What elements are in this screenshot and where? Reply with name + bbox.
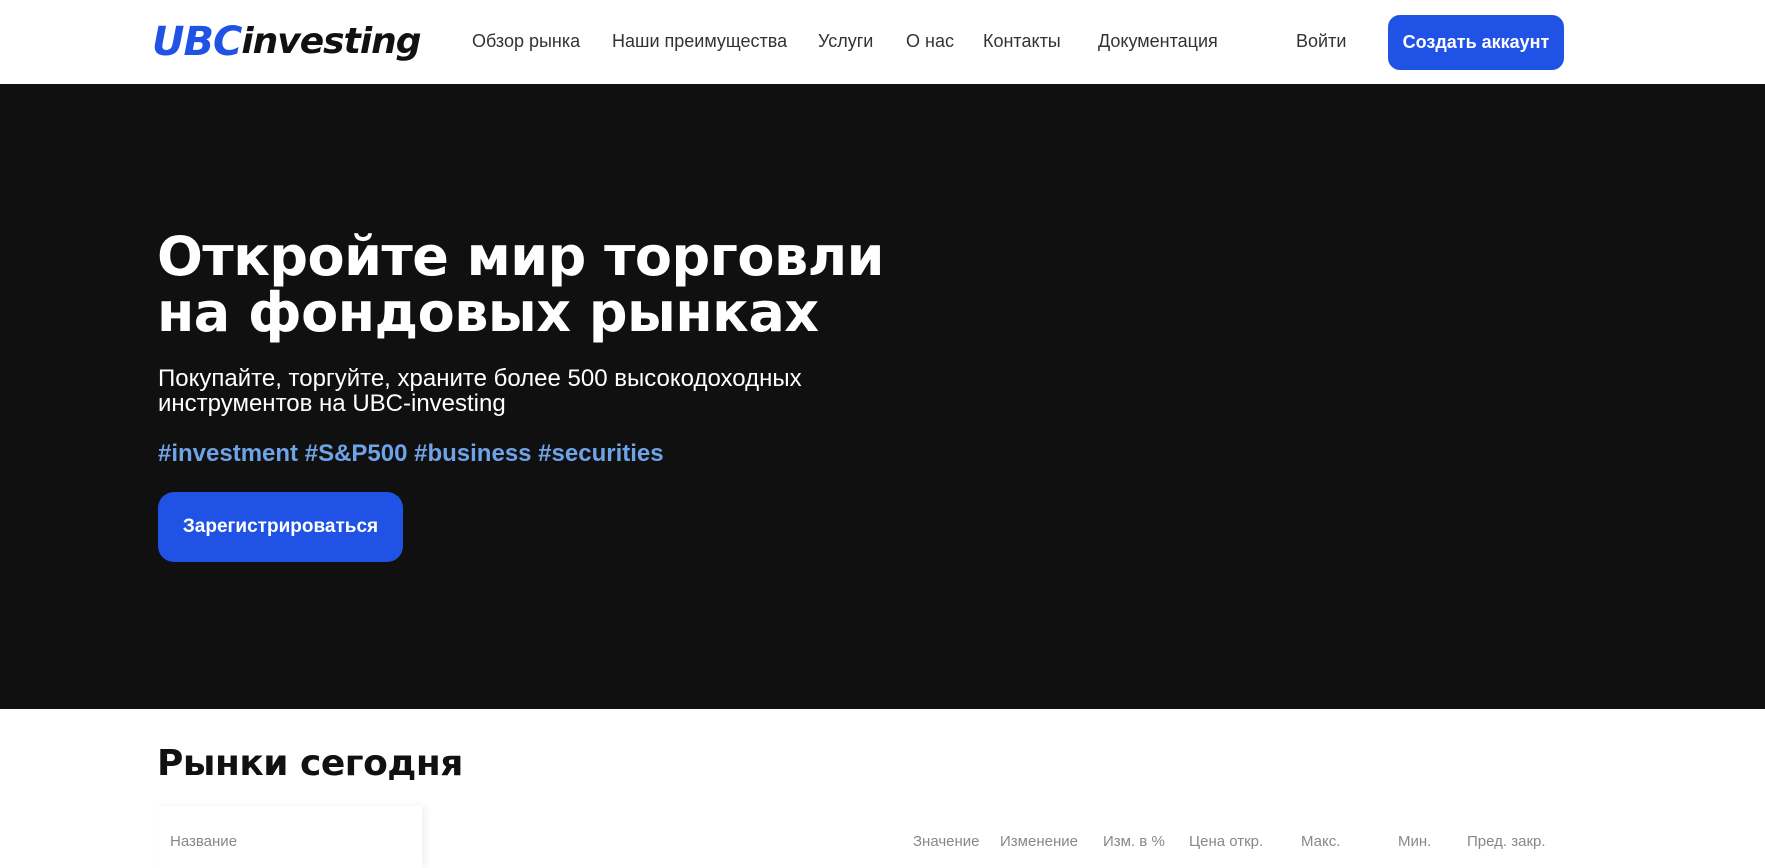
- column-header-change[interactable]: Изменение: [1000, 833, 1078, 850]
- nav-contacts[interactable]: Контакты: [983, 31, 1061, 52]
- markets-table-header: Название Значение Изменение Изм. в % Цен…: [157, 806, 1557, 868]
- hero-section: Откройте мир торговли на фондовых рынках…: [0, 84, 1765, 709]
- nav-advantages[interactable]: Наши преимущества: [612, 31, 787, 52]
- column-header-prev-close[interactable]: Пред. закр.: [1467, 833, 1546, 850]
- hero-title-line1: Откройте мир торговли: [157, 225, 885, 288]
- markets-today-title: Рынки сегодня: [157, 743, 463, 784]
- hero-hashtags: #investment #S&P500 #business #securitie…: [158, 440, 664, 467]
- nav-documentation[interactable]: Документация: [1098, 31, 1218, 52]
- column-header-open-price[interactable]: Цена откр.: [1189, 833, 1263, 850]
- hero-title: Откройте мир торговли на фондовых рынках: [157, 229, 917, 341]
- site-header: UBC investing Обзор рынка Наши преимущес…: [0, 0, 1765, 84]
- register-button[interactable]: Зарегистрироваться: [158, 492, 403, 562]
- ubc-investing-logo[interactable]: UBC investing: [152, 19, 422, 65]
- hero-title-line2: на фондовых рынках: [157, 281, 819, 344]
- nav-market-overview[interactable]: Обзор рынка: [472, 31, 580, 52]
- login-link[interactable]: Войти: [1296, 31, 1346, 52]
- column-header-high[interactable]: Макс.: [1301, 833, 1340, 850]
- hero-subtitle: Покупайте, торгуйте, храните более 500 в…: [158, 365, 802, 417]
- name-column-panel: Название: [157, 806, 422, 868]
- nav-about[interactable]: О нас: [906, 31, 954, 52]
- column-header-change-percent[interactable]: Изм. в %: [1103, 833, 1165, 850]
- create-account-button[interactable]: Создать аккаунт: [1388, 15, 1564, 70]
- nav-services[interactable]: Услуги: [818, 31, 873, 52]
- column-header-value[interactable]: Значение: [913, 833, 980, 850]
- column-header-name[interactable]: Название: [170, 833, 237, 850]
- logo-ubc-text: UBC: [152, 19, 242, 65]
- logo-investing-text: investing: [241, 21, 421, 62]
- column-header-low[interactable]: Мин.: [1398, 833, 1431, 850]
